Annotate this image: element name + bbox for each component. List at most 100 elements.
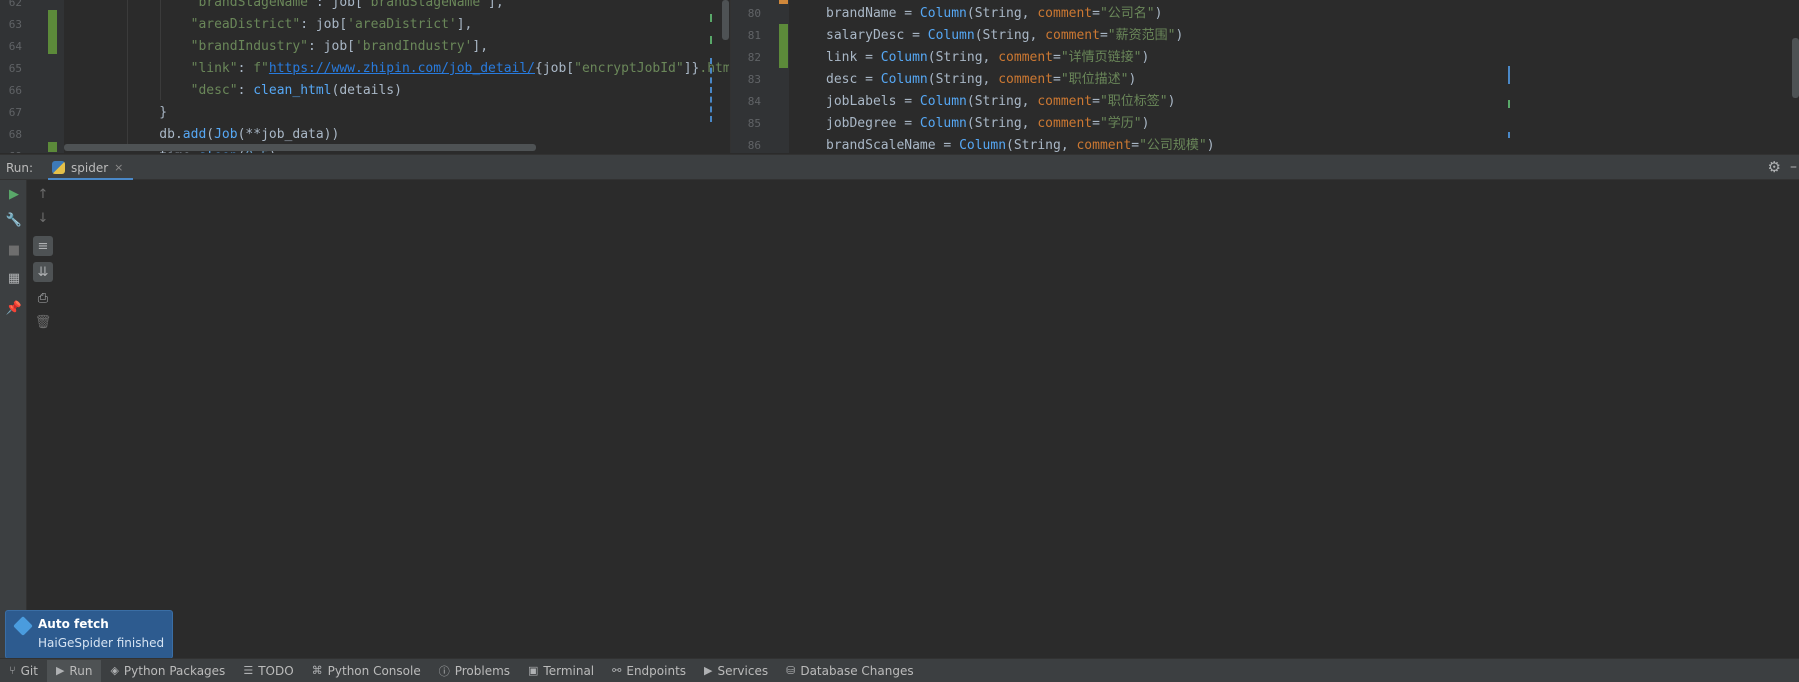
up-arrow-icon[interactable]: ↑ xyxy=(33,184,53,204)
terminal-tab[interactable]: ▣ Terminal xyxy=(519,660,603,682)
code-text: brandScaleName = Column(String, comment=… xyxy=(826,138,1215,153)
tab-label: Run xyxy=(69,663,93,678)
code-text: link = Column(String, comment="详情页链接") xyxy=(826,50,1150,65)
stop-icon[interactable]: ■ xyxy=(4,240,24,260)
code-line[interactable]: 84 jobLabels = Column(String, comment="职位… xyxy=(731,91,1799,113)
python-packages-tab[interactable]: ◈ Python Packages xyxy=(101,660,234,682)
run-panel-header: Run: spider × ⚙ – xyxy=(0,154,1799,181)
services-icon: ▶ xyxy=(704,664,713,677)
close-icon[interactable]: × xyxy=(114,161,123,174)
python-icon xyxy=(52,161,65,174)
code-text: "link": f"https://www.zhipin.com/job_det… xyxy=(128,61,729,76)
run-console[interactable]: ▶ 🔧 ■ ▦ 📌 ↑ ↓ ≡ ⇊ ⎙ 🗑 xyxy=(0,180,1799,658)
pin-icon[interactable]: 📌 xyxy=(4,298,24,318)
change-stripe xyxy=(710,36,712,44)
left-editor-pane[interactable]: 62 "brandStageName": job['brandStageName… xyxy=(0,0,729,153)
code-text: "desc": clean_html(details) xyxy=(128,83,402,98)
scroll-to-end-icon[interactable]: ⇊ xyxy=(33,262,53,282)
code-line[interactable]: 66 "desc": clean_html(details) xyxy=(0,80,729,102)
code-text: salaryDesc = Column(String, comment="薪资范… xyxy=(826,28,1184,43)
editor-area: 62 "brandStageName": job['brandStageName… xyxy=(0,0,1799,153)
run-tab-spider[interactable]: spider × xyxy=(48,155,134,181)
database-changes-icon: ⛁ xyxy=(786,664,796,677)
layout-icon[interactable]: ▦ xyxy=(4,268,24,288)
change-stripe xyxy=(1508,132,1510,138)
tab-label: Terminal xyxy=(543,663,595,678)
notification-message: HaiGeSpider finished xyxy=(38,636,165,650)
line-number: 84 xyxy=(747,95,761,108)
run-toolbar-left: ▶ 🔧 ■ ▦ 📌 xyxy=(0,180,27,658)
line-number: 64 xyxy=(8,40,22,53)
notification-title: Auto fetch xyxy=(38,617,109,631)
services-tab[interactable]: ▶ Services xyxy=(695,660,777,682)
git-tab[interactable]: ⑂ Git xyxy=(0,660,47,682)
code-text: } xyxy=(128,105,168,120)
line-number: 68 xyxy=(8,128,22,141)
change-stripe xyxy=(710,14,712,22)
line-number: 81 xyxy=(747,29,761,42)
line-number: 83 xyxy=(747,73,761,86)
line-number: 69 xyxy=(0,146,22,153)
run-icon: ▶ xyxy=(55,664,65,677)
todo-icon: ☰ xyxy=(243,664,254,677)
minimize-icon[interactable]: – xyxy=(1790,159,1797,175)
code-line[interactable]: 65 "link": f"https://www.zhipin.com/job_… xyxy=(0,58,729,80)
code-line[interactable]: 64 "brandIndustry": job['brandIndustry']… xyxy=(0,36,729,58)
git-icon xyxy=(13,616,33,636)
code-line[interactable]: 62 "brandStageName": job['brandStageName… xyxy=(0,0,729,14)
code-line[interactable]: 82 link = Column(String, comment="详情页链接") xyxy=(731,47,1799,69)
line-number: 85 xyxy=(747,117,761,130)
down-arrow-icon[interactable]: ↓ xyxy=(33,208,53,228)
vertical-scrollbar[interactable] xyxy=(1792,38,1799,98)
line-number: 67 xyxy=(8,106,22,119)
tab-label: Python Console xyxy=(327,663,421,678)
code-line[interactable]: 67 } xyxy=(0,102,729,124)
code-line[interactable]: 86 brandScaleName = Column(String, commen… xyxy=(731,135,1799,153)
code-text: "brandIndustry": job['brandIndustry'], xyxy=(128,39,489,54)
tab-label: Services xyxy=(717,663,769,678)
todo-tab[interactable]: ☰ TODO xyxy=(234,660,302,682)
code-text: "brandStageName": job['brandStageName'], xyxy=(128,0,504,10)
tab-label: Endpoints xyxy=(626,663,687,678)
auto-fetch-notification[interactable]: Auto fetch HaiGeSpider finished xyxy=(5,610,173,665)
gear-icon[interactable]: ⚙ xyxy=(1768,158,1781,176)
tab-label: Git xyxy=(20,663,38,678)
code-line[interactable]: 81 salaryDesc = Column(String, comment="薪… xyxy=(731,25,1799,47)
code-line[interactable]: 83 desc = Column(String, comment="职位描述") xyxy=(731,69,1799,91)
code-text: jobLabels = Column(String, comment="职位标签… xyxy=(826,94,1176,109)
code-text: db.add(Job(**job_data)) xyxy=(128,127,340,142)
print-icon[interactable]: ⎙ xyxy=(33,288,53,308)
code-text: jobDegree = Column(String, comment="学历") xyxy=(826,116,1150,131)
tab-label: Problems xyxy=(454,663,511,678)
code-line[interactable]: 85 jobDegree = Column(String, comment="学历… xyxy=(731,113,1799,135)
problems-icon: ⓘ xyxy=(438,664,450,678)
vertical-scrollbar[interactable] xyxy=(722,0,729,40)
database-changes-tab[interactable]: ⛁ Database Changes xyxy=(777,660,923,682)
run-tab[interactable]: ▶ Run xyxy=(46,659,102,682)
line-number: 86 xyxy=(747,139,761,152)
run-label: Run: xyxy=(6,161,34,175)
soft-wrap-icon[interactable]: ≡ xyxy=(33,236,53,256)
python-console-tab[interactable]: ⌘ Python Console xyxy=(303,660,430,682)
horizontal-scrollbar[interactable] xyxy=(64,144,536,151)
wrench-icon[interactable]: 🔧 xyxy=(4,210,24,230)
endpoints-tab[interactable]: ⚯ Endpoints xyxy=(603,660,695,682)
problems-tab[interactable]: ⓘ Problems xyxy=(430,660,519,682)
run-toolbar-right: ↑ ↓ ≡ ⇊ ⎙ 🗑 xyxy=(29,180,57,658)
trash-icon[interactable]: 🗑 xyxy=(33,312,53,332)
endpoints-icon: ⚯ xyxy=(612,664,622,677)
code-line[interactable]: 63 "areaDistrict": job['areaDistrict'], xyxy=(0,14,729,36)
rerun-icon[interactable]: ▶ xyxy=(4,184,24,204)
change-stripe xyxy=(1508,66,1510,84)
change-stripe xyxy=(1508,100,1510,108)
line-number: 63 xyxy=(8,18,22,31)
line-number: 66 xyxy=(8,84,22,97)
tab-label: Database Changes xyxy=(800,663,914,678)
code-line[interactable]: 80 brandName = Column(String, comment="公司… xyxy=(731,3,1799,25)
line-number: 80 xyxy=(747,7,761,20)
right-editor-pane[interactable]: 80 brandName = Column(String, comment="公司… xyxy=(730,0,1799,153)
tab-label: TODO xyxy=(258,663,294,678)
code-line[interactable]: 68 db.add(Job(**job_data)) xyxy=(0,124,729,146)
line-number: 82 xyxy=(747,51,761,64)
code-text: desc = Column(String, comment="职位描述") xyxy=(826,72,1137,87)
